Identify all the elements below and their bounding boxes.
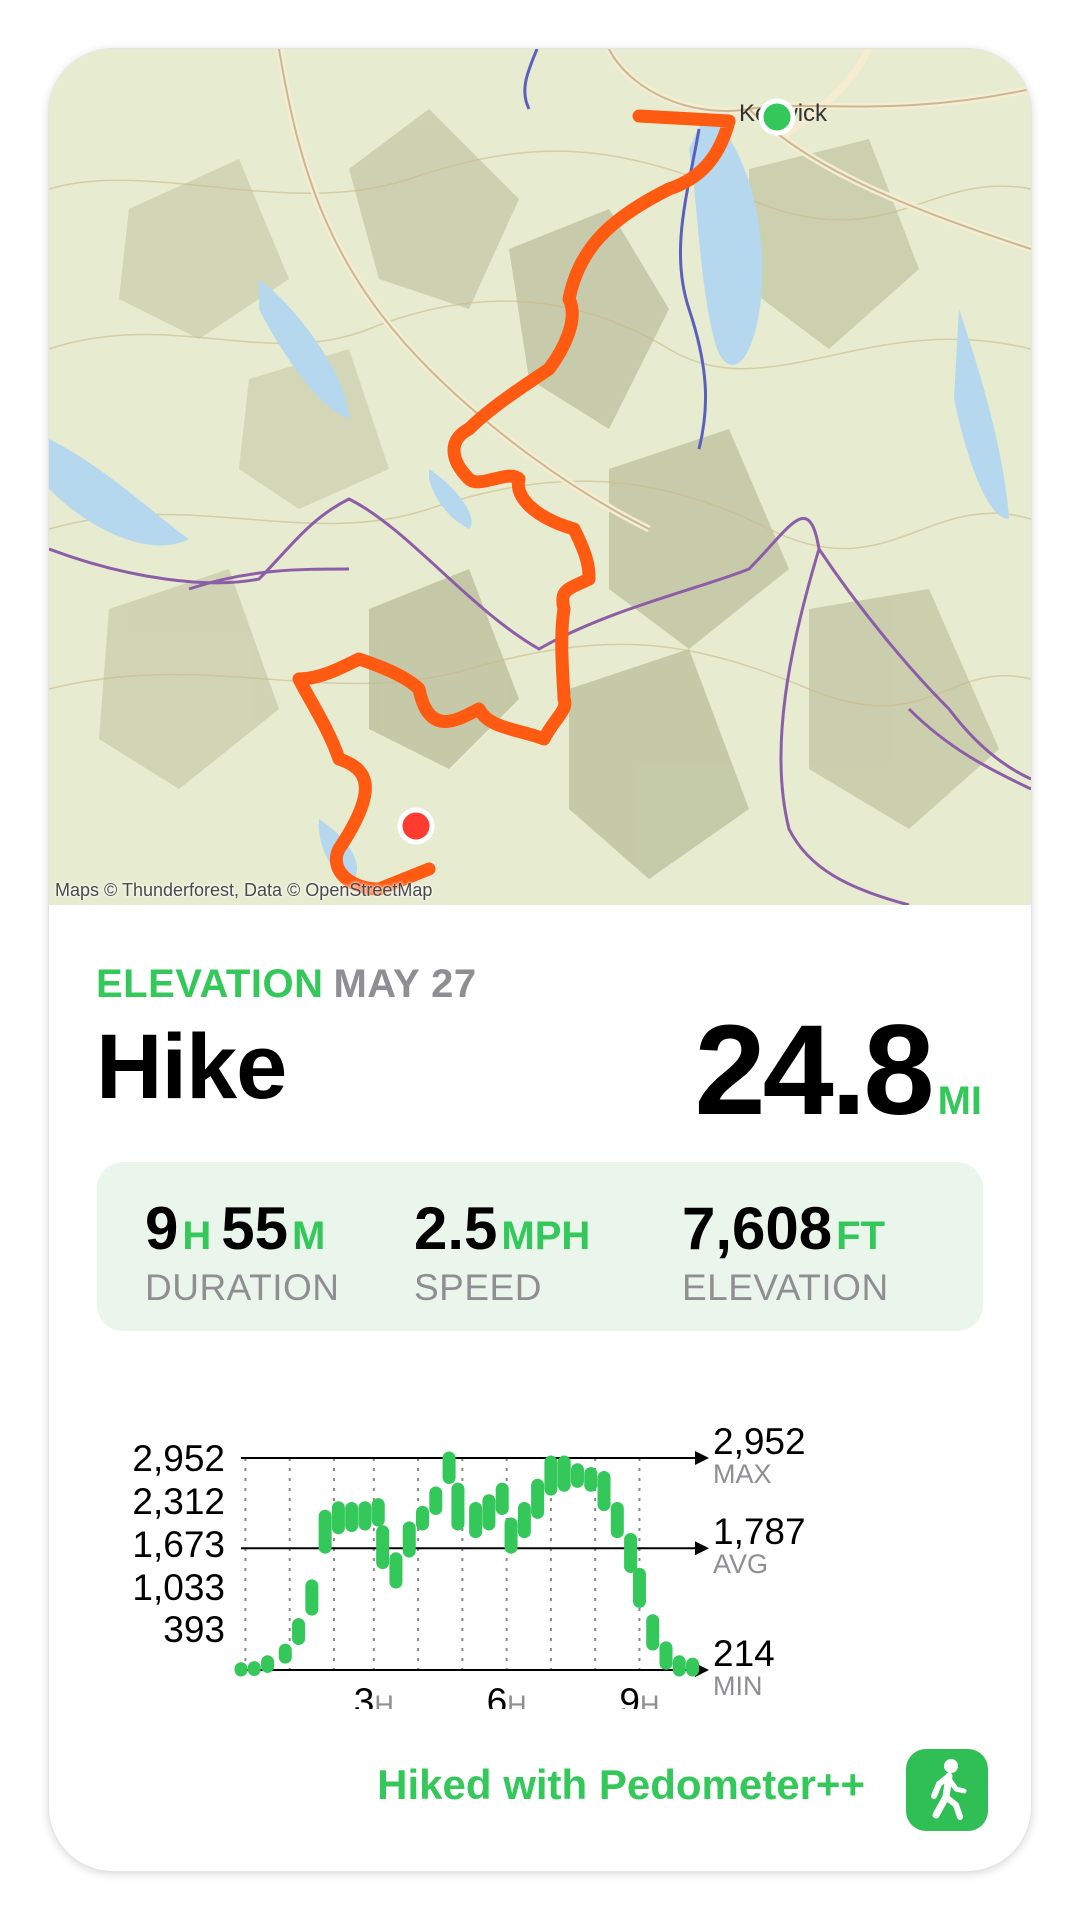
stat-duration: 9 H 55 M DURATION xyxy=(145,1195,340,1308)
x-tick-label: 3H xyxy=(354,1681,394,1709)
reference-arrow-icon xyxy=(695,1541,709,1556)
y-tick-label: 2,312 xyxy=(132,1481,225,1522)
y-tick-label: 1,673 xyxy=(132,1524,225,1565)
end-marker-icon xyxy=(397,807,435,845)
reference-value: 1,787 xyxy=(713,1511,806,1552)
activity-date: MAY 27 xyxy=(333,962,477,1006)
footer-credit[interactable]: Hiked with Pedometer++ xyxy=(377,1761,865,1809)
stats-panel: 9 H 55 M DURATION 2.5 MPH SPEED 7,608 FT ELEV… xyxy=(97,1162,983,1331)
walking-person-icon xyxy=(931,1759,967,1820)
map-canvas: Keswick xyxy=(49,49,1031,905)
card-eyebrow: ELEVATION MAY 27 xyxy=(96,962,477,1007)
reference-value: 2,952 xyxy=(713,1421,806,1462)
stat-elevation-label: ELEVATION xyxy=(682,1267,889,1308)
pedometer-app-icon[interactable] xyxy=(906,1749,988,1831)
reference-arrow-icon xyxy=(695,1451,709,1465)
distance-value: 24.8 xyxy=(694,999,934,1142)
x-tick-label: 6H xyxy=(487,1681,527,1709)
elevation-chart: 2,9522,3121,6731,0333932,952MAX1,787AVG2… xyxy=(132,1421,806,1709)
reference-label: MAX xyxy=(713,1459,772,1489)
stat-elevation: 7,608 FT ELEVATION xyxy=(682,1194,895,1309)
stat-duration-label: DURATION xyxy=(145,1267,340,1308)
y-tick-label: 1,033 xyxy=(132,1567,225,1608)
activity-title: Hike xyxy=(96,1016,287,1118)
x-tick-label: 9H xyxy=(619,1681,659,1709)
reference-value: 214 xyxy=(713,1633,775,1674)
reference-label: MIN xyxy=(713,1671,763,1701)
stat-speed: 2.5 MPH SPEED xyxy=(414,1194,600,1309)
y-tick-label: 393 xyxy=(163,1609,225,1650)
distance-unit: MI xyxy=(937,1079,982,1123)
route-map[interactable]: Keswick Maps © Thunderforest, Data © Ope… xyxy=(49,49,1031,905)
reference-label: AVG xyxy=(713,1549,768,1579)
share-card: Keswick Maps © Thunderforest, Data © Ope… xyxy=(49,49,1031,1871)
distance-readout: 24.8 MI xyxy=(694,997,982,1144)
stat-speed-label: SPEED xyxy=(414,1267,542,1308)
chart-category: ELEVATION xyxy=(96,962,324,1006)
y-tick-label: 2,952 xyxy=(132,1438,225,1479)
map-attribution: Maps © Thunderforest, Data © OpenStreetM… xyxy=(55,880,433,900)
start-marker-icon xyxy=(758,98,796,136)
